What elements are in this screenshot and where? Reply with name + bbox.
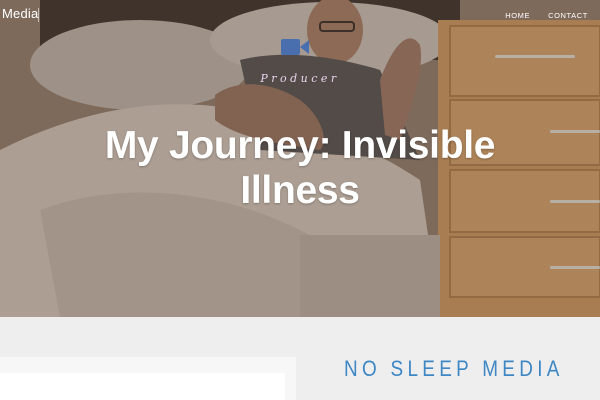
sidebar-title: NO SLEEP MEDIA — [344, 356, 564, 381]
main-nav: HOME CONTACT — [505, 11, 588, 20]
hero-title: My Journey: Invisible Illness — [104, 124, 496, 212]
video-camera-icon — [281, 39, 309, 55]
content-card-inner — [0, 373, 285, 400]
nav-contact[interactable]: CONTACT — [548, 11, 588, 20]
hero-section: Media HOME CONTACT Producer My Journey: … — [0, 0, 600, 317]
hero-role: Producer — [260, 72, 340, 85]
brand-divider — [38, 8, 39, 22]
nav-home[interactable]: HOME — [505, 11, 530, 20]
camera-body — [281, 39, 300, 55]
site-brand[interactable]: Media — [2, 6, 38, 21]
camera-lens — [300, 40, 309, 54]
